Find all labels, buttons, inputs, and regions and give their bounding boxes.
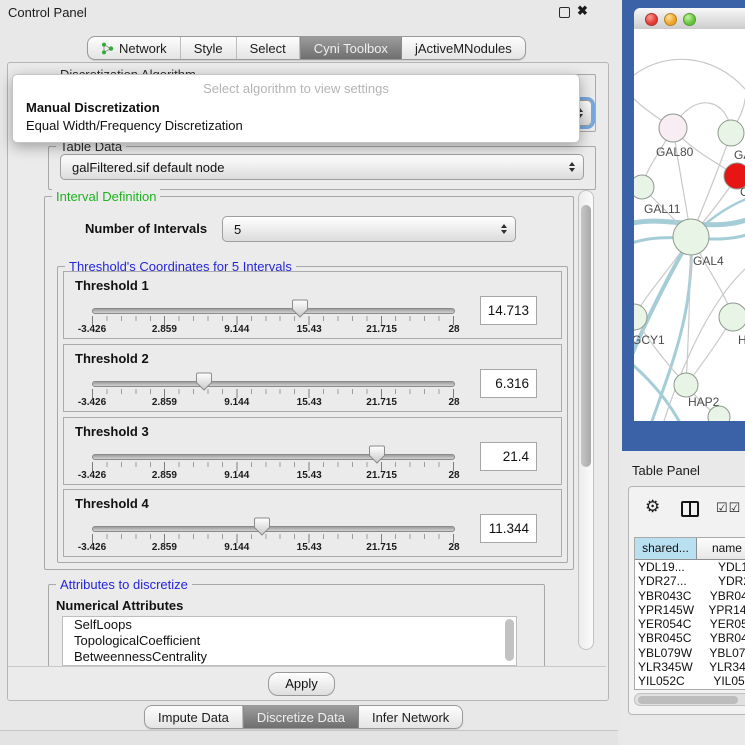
popup-option-manual[interactable]: Manual Discretization xyxy=(16,100,576,115)
number-of-intervals-value: 5 xyxy=(234,222,241,237)
table-row[interactable]: YLR345WYLR345W xyxy=(635,660,745,674)
control-panel-tabs: Network Style Select Cyni Toolbox jActiv… xyxy=(87,36,526,60)
float-window-icon[interactable] xyxy=(559,7,570,18)
split-columns-icon[interactable] xyxy=(681,501,699,517)
table-row[interactable]: YER054CYER054C xyxy=(635,617,745,631)
status-strip xyxy=(0,730,618,745)
number-of-intervals-label: Number of Intervals xyxy=(85,221,207,236)
checkbox-icons[interactable]: ☑☑ xyxy=(716,500,741,516)
popup-option-equal-width[interactable]: Equal Width/Frequency Discretization xyxy=(16,118,576,133)
table-data-value: galFiltered.sif default node xyxy=(72,160,224,175)
tab-impute-data[interactable]: Impute Data xyxy=(145,706,243,728)
network-canvas[interactable]: GAL80 GA GAL11 C GAL4 GCY1 H HAP2 xyxy=(634,29,745,421)
threshold-3-value-field[interactable]: 21.4 xyxy=(480,442,537,471)
column-header-name[interactable]: name xyxy=(697,538,745,559)
table-row[interactable]: YDL19...YDL19 xyxy=(635,560,745,574)
network-icon xyxy=(101,42,114,55)
node-table: shared... name YDL19...YDL19YDR27...YDR2… xyxy=(634,537,745,690)
tab-infer-network[interactable]: Infer Network xyxy=(359,706,462,728)
svg-text:GA: GA xyxy=(734,148,745,162)
numerical-attributes-title: Numerical Attributes xyxy=(56,598,183,613)
svg-text:HAP2: HAP2 xyxy=(688,395,720,409)
threshold-4-panel: Threshold 4 -3.4262.8599.14415.4321.7152… xyxy=(63,489,562,557)
zoom-traffic-light-icon[interactable] xyxy=(683,13,696,26)
table-row[interactable]: YIL052CYIL052C xyxy=(635,674,745,688)
table-data-combobox[interactable]: galFiltered.sif default node xyxy=(60,154,584,180)
table-row[interactable]: YBR045CYBR045C xyxy=(635,631,745,645)
panel-title: Control Panel xyxy=(8,5,87,20)
svg-text:GAL11: GAL11 xyxy=(644,202,681,216)
interval-definition-label: Interval Definition xyxy=(52,189,160,204)
tab-cyni-toolbox[interactable]: Cyni Toolbox xyxy=(300,37,402,59)
table-header: shared... name xyxy=(635,538,745,560)
table-rows: YDL19...YDL19YDR27...YDR27YBR043CYBR043C… xyxy=(635,560,745,689)
table-row[interactable]: YBL079WYBL079W xyxy=(635,646,745,660)
attribute-item[interactable]: BetweennessCentrality xyxy=(63,649,516,665)
algorithm-popup: Select algorithm to view settings Manual… xyxy=(12,74,580,143)
tab-select[interactable]: Select xyxy=(237,37,300,59)
threshold-2-value-field[interactable]: 6.316 xyxy=(480,369,537,398)
cyni-bottom-tabs: Impute Data Discretize Data Infer Networ… xyxy=(144,705,463,729)
attribute-item[interactable]: TopologicalCoefficient xyxy=(63,633,516,649)
attributes-scrollbar[interactable] xyxy=(505,619,514,661)
minimize-traffic-light-icon[interactable] xyxy=(664,13,677,26)
table-horizontal-scrollbar[interactable] xyxy=(634,693,745,706)
app-root: Control Panel ✖ Network Style Select Cyn… xyxy=(0,0,745,745)
svg-text:GCY1: GCY1 xyxy=(634,333,665,347)
svg-text:H: H xyxy=(738,333,745,347)
popup-hint: Select algorithm to view settings xyxy=(13,81,579,96)
numerical-attributes-list[interactable]: SelfLoopsTopologicalCoefficientBetweenne… xyxy=(62,616,517,666)
network-window-titlebar[interactable] xyxy=(634,8,745,30)
close-traffic-light-icon[interactable] xyxy=(645,13,658,26)
threshold-3-panel: Threshold 3 -3.4262.8599.14415.4321.7152… xyxy=(63,417,562,485)
tab-network[interactable]: Network xyxy=(88,37,181,59)
combo-arrows-icon xyxy=(569,162,575,172)
hscrollbar-thumb[interactable] xyxy=(638,696,738,704)
scrollbar-thumb[interactable] xyxy=(581,205,591,467)
table-row[interactable]: YPR145WYPR145W xyxy=(635,603,745,617)
table-row[interactable]: YBR043CYBR043C xyxy=(635,589,745,603)
table-panel-card: ⚙ ☑☑ shared... name YDL19...YDL19YDR27..… xyxy=(628,486,745,715)
column-header-shared-name[interactable]: shared... xyxy=(635,538,697,559)
panel-vertical-scrollbar[interactable] xyxy=(578,190,594,650)
table-row[interactable]: YDR27...YDR27 xyxy=(635,574,745,588)
svg-text:GAL80: GAL80 xyxy=(656,145,694,159)
tab-jactivemnodules[interactable]: jActiveMNodules xyxy=(402,37,525,59)
tab-network-label: Network xyxy=(119,41,167,56)
svg-text:GAL4: GAL4 xyxy=(693,254,724,268)
number-of-intervals-combobox[interactable]: 5 xyxy=(222,216,516,242)
threshold-2-panel: Threshold 2 -3.4262.8599.14415.4321.7152… xyxy=(63,344,562,412)
attribute-item[interactable]: SelfLoops xyxy=(63,617,516,633)
svg-text:C: C xyxy=(740,185,745,199)
gear-icon[interactable]: ⚙ xyxy=(645,497,660,517)
table-panel-title: Table Panel xyxy=(632,463,700,478)
combo-arrows-icon xyxy=(501,224,507,234)
close-icon[interactable]: ✖ xyxy=(577,3,588,19)
apply-button[interactable]: Apply xyxy=(268,672,335,696)
threshold-1-value-field[interactable]: 14.713 xyxy=(480,296,537,325)
threshold-1-panel: Threshold 1 -3.4262.8599.14415.4321.7152… xyxy=(63,271,562,339)
tab-discretize-data[interactable]: Discretize Data xyxy=(243,706,359,728)
tab-style[interactable]: Style xyxy=(181,37,237,59)
attributes-group-label: Attributes to discretize xyxy=(56,577,192,592)
table-panel: Table Panel ⚙ ☑☑ shared... name YDL19...… xyxy=(622,451,745,745)
threshold-4-value-field[interactable]: 11.344 xyxy=(480,514,537,543)
